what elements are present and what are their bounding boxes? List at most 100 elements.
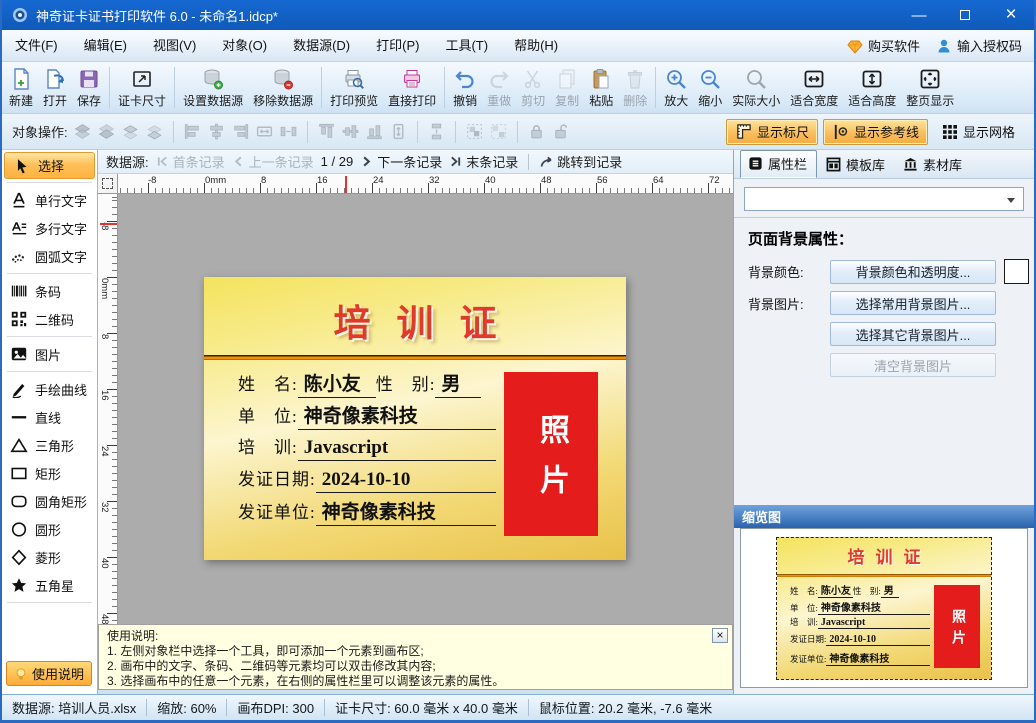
cert-row-issue-date[interactable]: 发证日期: 2024-10-10	[238, 465, 496, 497]
save-icon	[77, 67, 101, 91]
minimize-button[interactable]: —	[896, 0, 942, 30]
tool-multi-line-text[interactable]: 多行文字	[2, 214, 97, 242]
help-button[interactable]: 使用说明	[6, 661, 92, 686]
v-spacing-icon[interactable]	[427, 122, 446, 141]
delete-button[interactable]: 删除	[618, 62, 652, 113]
bring-to-front-icon[interactable]	[73, 122, 92, 141]
bg-image-other-button[interactable]: 选择其它背景图片...	[830, 322, 996, 346]
cert-row-training[interactable]: 培 训: Javascript	[238, 433, 496, 465]
fit-page-icon	[918, 67, 942, 91]
jump-record-button[interactable]: 跳转到记录	[539, 152, 622, 171]
property-target-dropdown[interactable]	[744, 187, 1024, 211]
align-top-icon[interactable]	[317, 122, 336, 141]
photo-placeholder[interactable]: 照片	[504, 372, 598, 536]
fit-width-button[interactable]: 适合宽度	[785, 62, 843, 113]
save-button[interactable]: 保存	[72, 62, 106, 113]
cut-button[interactable]: 剪切	[516, 62, 550, 113]
ruler-icon	[735, 123, 752, 140]
buy-software-button[interactable]: 购买软件	[847, 36, 920, 55]
new-button[interactable]: 新建	[4, 62, 38, 113]
fit-page-button[interactable]: 整页显示	[901, 62, 959, 113]
bg-image-common-button[interactable]: 选择常用背景图片...	[830, 291, 996, 315]
first-record-button[interactable]: 首条记录	[156, 152, 225, 171]
tool-qrcode[interactable]: 二维码	[2, 305, 97, 333]
tab-properties[interactable]: 属性栏	[740, 150, 817, 178]
menu-item-datasource[interactable]: 数据源(D)	[280, 30, 363, 61]
zoom-out-button[interactable]: 缩小	[693, 62, 727, 113]
tab-materials[interactable]: 素材库	[896, 152, 971, 178]
design-canvas[interactable]: 培训证 姓 名: 陈小友 性 别: 男 单 位: 神奇像素科技	[118, 194, 733, 624]
tool-rounded-rectangle[interactable]: 圆角矩形	[2, 487, 97, 515]
tool-line[interactable]: 直线	[2, 403, 97, 431]
last-record-button[interactable]: 末条记录	[449, 152, 518, 171]
align-bottom-icon[interactable]	[365, 122, 384, 141]
certificate-title[interactable]: 培训证	[204, 277, 626, 355]
bg-color-button[interactable]: 背景颜色和透明度...	[830, 260, 996, 284]
menu-item-edit[interactable]: 编辑(E)	[71, 30, 140, 61]
group-icon[interactable]	[465, 122, 484, 141]
show-grid-toggle[interactable]: 显示网格	[933, 119, 1024, 145]
send-backward-icon[interactable]	[145, 122, 164, 141]
remove-datasource-button[interactable]: 移除数据源	[248, 62, 318, 113]
object-operations-bar: 对象操作: 显示标尺 显示参考线	[2, 114, 1034, 150]
ungroup-icon[interactable]	[489, 122, 508, 141]
maximize-button[interactable]	[942, 0, 988, 30]
window-title: 神奇证卡证书打印软件 6.0 - 未命名1.idcp*	[36, 6, 278, 25]
align-left-icon[interactable]	[183, 122, 202, 141]
fit-height-button[interactable]: 适合高度	[843, 62, 901, 113]
lock-icon[interactable]	[527, 122, 546, 141]
direct-print-button[interactable]: 直接打印	[383, 62, 441, 113]
cert-row-issuer[interactable]: 发证单位: 神奇像素科技	[238, 497, 496, 529]
tool-rectangle[interactable]: 矩形	[2, 459, 97, 487]
paste-button[interactable]: 粘贴	[584, 62, 618, 113]
send-to-back-icon[interactable]	[97, 122, 116, 141]
tool-image[interactable]: 图片	[2, 340, 97, 368]
menu-item-view[interactable]: 视图(V)	[140, 30, 209, 61]
close-button[interactable]: ×	[988, 0, 1034, 30]
set-datasource-button[interactable]: 设置数据源	[178, 62, 248, 113]
tool-freehand[interactable]: 手绘曲线	[2, 375, 97, 403]
tool-single-line-text[interactable]: 单行文字	[2, 186, 97, 214]
bg-color-swatch[interactable]	[1004, 259, 1029, 284]
menu-item-print[interactable]: 打印(P)	[363, 30, 432, 61]
redo-button[interactable]: 重做	[482, 62, 516, 113]
tool-circle[interactable]: 圆形	[2, 515, 97, 543]
show-ruler-toggle[interactable]: 显示标尺	[726, 119, 818, 145]
h-spacing-icon[interactable]	[279, 122, 298, 141]
certificate-card[interactable]: 培训证 姓 名: 陈小友 性 别: 男 单 位: 神奇像素科技	[204, 277, 626, 560]
show-guides-toggle[interactable]: 显示参考线	[823, 119, 928, 145]
card-size-button[interactable]: 证卡尺寸	[113, 62, 171, 113]
print-preview-button[interactable]: 打印预览	[325, 62, 383, 113]
help-close-button[interactable]: ×	[712, 628, 728, 643]
align-right-icon[interactable]	[231, 122, 250, 141]
tab-templates[interactable]: 模板库	[819, 152, 894, 178]
align-center-h-icon[interactable]	[207, 122, 226, 141]
menu-item-tools[interactable]: 工具(T)	[432, 30, 501, 61]
open-button[interactable]: 打开	[38, 62, 72, 113]
tool-star[interactable]: 五角星	[2, 571, 97, 599]
zoom-in-button[interactable]: 放大	[659, 62, 693, 113]
unlock-icon[interactable]	[551, 122, 570, 141]
license-button[interactable]: 输入授权码	[936, 36, 1022, 55]
tool-select[interactable]: 选择	[4, 152, 95, 179]
menu-item-object[interactable]: 对象(O)	[209, 30, 280, 61]
tool-barcode[interactable]: 条码	[2, 277, 97, 305]
equal-height-icon[interactable]	[389, 122, 408, 141]
actual-size-button[interactable]: 实际大小	[727, 62, 785, 113]
align-middle-icon[interactable]	[341, 122, 360, 141]
prev-record-button[interactable]: 上一条记录	[232, 152, 314, 171]
cert-row-name[interactable]: 姓 名: 陈小友 性 别: 男	[238, 369, 496, 401]
tool-arc-text[interactable]: 圆弧文字	[2, 242, 97, 270]
bg-image-clear-button[interactable]: 清空背景图片	[830, 353, 996, 377]
cert-row-unit[interactable]: 单 位: 神奇像素科技	[238, 401, 496, 433]
equal-width-icon[interactable]	[255, 122, 274, 141]
undo-button[interactable]: 撤销	[448, 62, 482, 113]
menu-item-file[interactable]: 文件(F)	[2, 30, 71, 61]
thumbnail-preview[interactable]: 培训证 姓 名: 陈小友 性 别: 男 单 位: 神奇像素科技	[740, 528, 1028, 688]
next-record-button[interactable]: 下一条记录	[360, 152, 442, 171]
tool-diamond[interactable]: 菱形	[2, 543, 97, 571]
bring-forward-icon[interactable]	[121, 122, 140, 141]
copy-button[interactable]: 复制	[550, 62, 584, 113]
menu-item-help[interactable]: 帮助(H)	[501, 30, 571, 61]
tool-triangle[interactable]: 三角形	[2, 431, 97, 459]
